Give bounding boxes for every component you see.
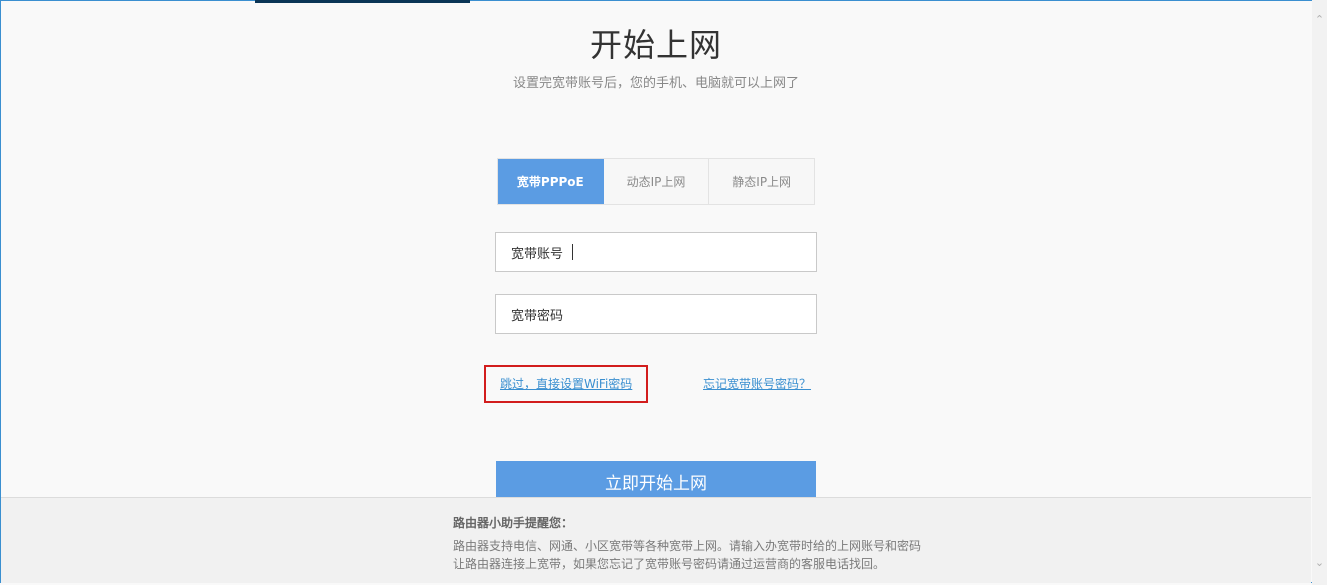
password-label: 宽带密码	[511, 308, 564, 324]
tip-title: 路由器小助手提醒您：	[453, 516, 574, 530]
skip-to-wifi-link[interactable]: 跳过，直接设置WiFi密码	[500, 375, 632, 392]
tab-pppoe[interactable]: 宽带PPPoE	[498, 159, 604, 204]
tab-static-ip[interactable]: 静态IP上网	[709, 159, 814, 204]
tip-text-line-1: 路由器支持电信、网通、小区宽带等各种宽带上网。请输入办宽带时给的上网账号和密码	[453, 539, 922, 553]
top-accent-bar	[255, 0, 470, 3]
chevron-down-icon[interactable]: ⌄	[1312, 555, 1327, 571]
page-title: 开始上网	[589, 26, 722, 64]
text-caret	[572, 244, 574, 260]
connection-type-tabs: 宽带PPPoE 动态IP上网 静态IP上网	[497, 158, 815, 205]
forgot-account-link[interactable]: 忘记宽带账号密码？	[703, 375, 811, 392]
account-label: 宽带账号	[511, 246, 564, 262]
tip-panel: 路由器小助手提醒您： 路由器支持电信、网通、小区宽带等各种宽带上网。请输入办宽带…	[1, 497, 1311, 583]
account-field[interactable]: 宽带账号	[495, 232, 817, 272]
page-subtitle: 设置完宽带账号后，您的手机、电脑就可以上网了	[512, 76, 799, 91]
scrollbar[interactable]: ⌃ ⌄	[1312, 0, 1327, 585]
password-field[interactable]: 宽带密码	[495, 294, 817, 334]
tip-text-line-2: 让路由器连接上宽带，如果您忘记了宽带账号密码请通过运营商的客服电话找回。	[453, 557, 886, 571]
start-internet-button[interactable]: 立即开始上网	[496, 461, 816, 501]
tab-dynamic-ip[interactable]: 动态IP上网	[604, 159, 710, 204]
chevron-up-icon[interactable]: ⌃	[1312, 12, 1327, 28]
